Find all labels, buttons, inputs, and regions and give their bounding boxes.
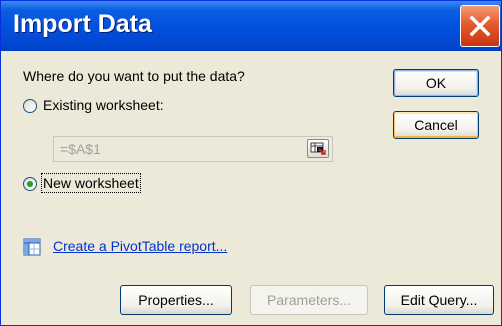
edit-query-button[interactable]: Edit Query... bbox=[384, 285, 494, 315]
close-icon bbox=[469, 15, 491, 37]
dialog-title: Import Data bbox=[13, 10, 152, 38]
pivottable-icon bbox=[23, 238, 41, 256]
cancel-button[interactable]: Cancel bbox=[393, 111, 479, 139]
parameters-button[interactable]: Parameters... bbox=[250, 285, 368, 315]
parameters-button-label: Parameters... bbox=[266, 292, 352, 308]
collapse-dialog-button[interactable] bbox=[307, 139, 329, 158]
ok-button-label: OK bbox=[425, 75, 447, 91]
radio-selected-dot bbox=[27, 181, 33, 187]
ok-button[interactable]: OK bbox=[393, 69, 479, 97]
cell-reference-value: =$A$1 bbox=[60, 141, 101, 157]
properties-button-label: Properties... bbox=[138, 292, 214, 308]
cancel-button-label: Cancel bbox=[414, 117, 458, 133]
import-data-dialog: Import Data Where do you want to put the… bbox=[0, 0, 502, 326]
collapse-dialog-icon bbox=[310, 142, 326, 155]
existing-worksheet-label[interactable]: Existing worksheet: bbox=[43, 97, 164, 113]
close-button[interactable] bbox=[460, 5, 500, 47]
new-worksheet-radio[interactable] bbox=[23, 177, 37, 191]
edit-query-button-label: Edit Query... bbox=[400, 292, 478, 308]
location-question: Where do you want to put the data? bbox=[23, 68, 245, 84]
create-pivottable-link[interactable]: Create a PivotTable report... bbox=[53, 238, 227, 254]
cell-reference-field: =$A$1 bbox=[53, 136, 333, 162]
existing-worksheet-radio[interactable] bbox=[23, 99, 37, 113]
new-worksheet-label[interactable]: New worksheet bbox=[41, 173, 141, 193]
properties-button[interactable]: Properties... bbox=[120, 285, 232, 315]
title-bar[interactable]: Import Data bbox=[1, 1, 501, 51]
